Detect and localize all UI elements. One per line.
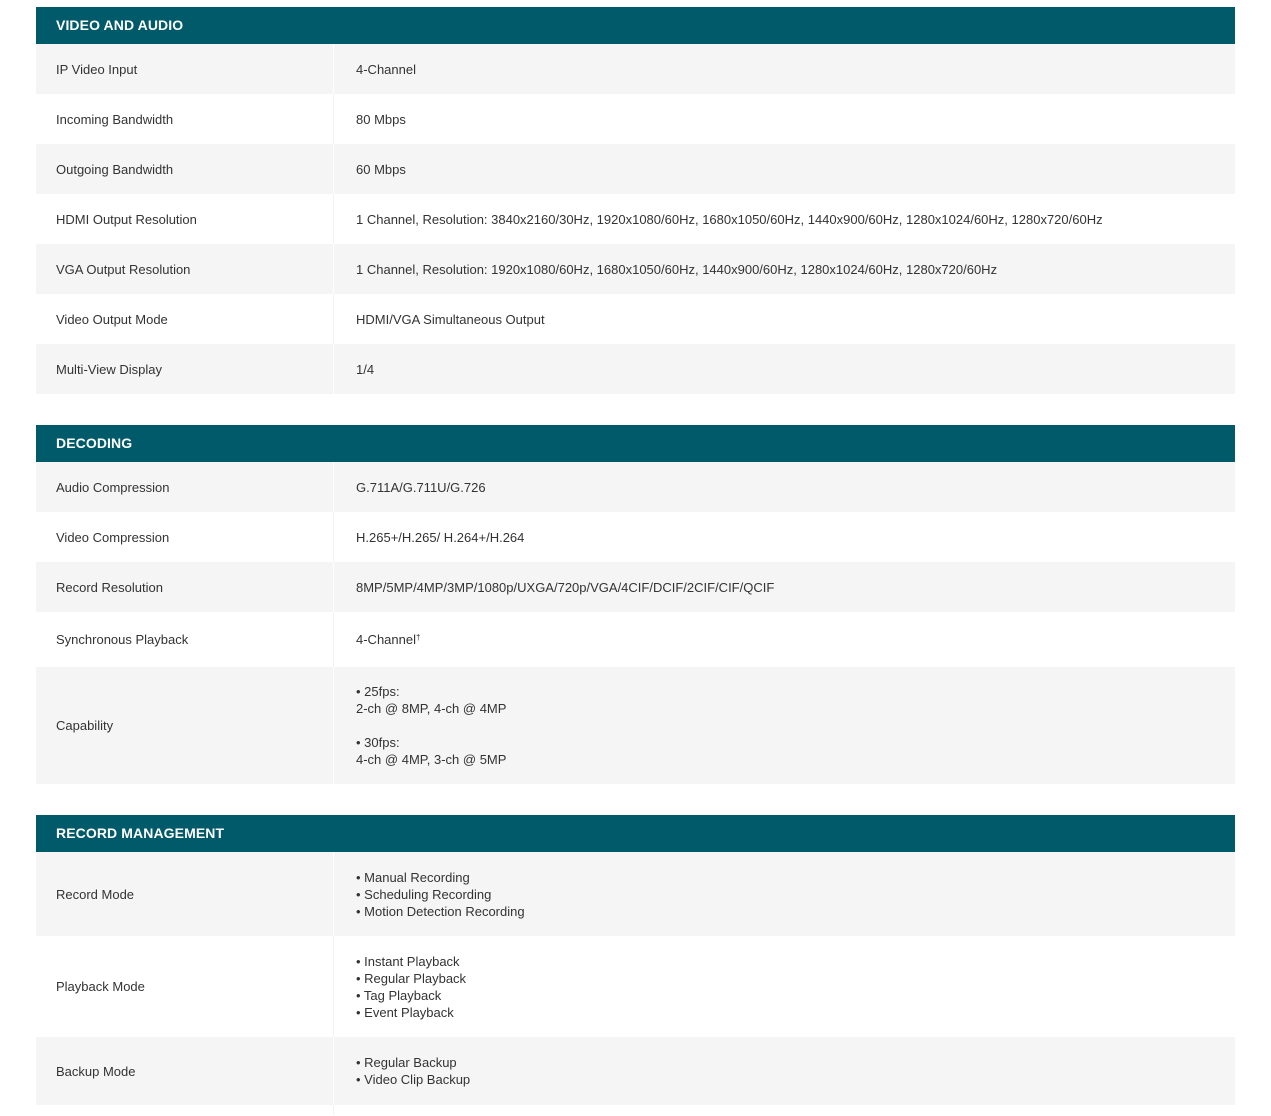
spec-page: VIDEO AND AUDIO IP Video Input 4-Channel…	[0, 0, 1271, 1116]
spec-row-incoming-bandwidth: Incoming Bandwidth 80 Mbps	[36, 94, 1235, 144]
list-line: 4-ch @ 4MP, 3-ch @ 5MP	[356, 752, 507, 767]
spec-value: • 25fps: 2-ch @ 8MP, 4-ch @ 4MP • 30fps:…	[334, 683, 1235, 768]
spec-row-partial	[36, 1105, 1235, 1115]
spec-value: 1 Channel, Resolution: 3840x2160/30Hz, 1…	[356, 211, 1103, 227]
section-record-management: RECORD MANAGEMENT Record Mode • Manual R…	[36, 815, 1235, 1115]
spec-value: • Instant Playback • Regular Playback • …	[334, 953, 1235, 1021]
spec-row-synchronous-playback: Synchronous Playback 4-Channel†	[36, 612, 1235, 667]
spec-label: Playback Mode	[36, 936, 334, 1037]
spec-label: IP Video Input	[36, 44, 334, 94]
spec-value: 1 Channel, Resolution: 1920x1080/60Hz, 1…	[356, 261, 998, 277]
list-line: • Scheduling Recording	[356, 886, 492, 902]
section-decoding: DECODING Audio Compression G.711A/G.711U…	[36, 425, 1235, 784]
spec-label: VGA Output Resolution	[36, 244, 334, 294]
spec-row-backup-mode: Backup Mode • Regular Backup • Video Cli…	[36, 1037, 1235, 1105]
section-title: RECORD MANAGEMENT	[36, 815, 1235, 852]
spec-value: 4-Channel†	[334, 631, 1235, 648]
list-line: • Instant Playback	[356, 953, 460, 969]
section-video-audio: VIDEO AND AUDIO IP Video Input 4-Channel…	[36, 7, 1235, 394]
list-line: • Manual Recording	[356, 869, 470, 885]
spec-row-ip-video-input: IP Video Input 4-Channel	[36, 44, 1235, 94]
spec-row-audio-compression: Audio Compression G.711A/G.711U/G.726	[36, 462, 1235, 512]
spec-label: Capability	[36, 667, 334, 784]
list-line: • 30fps:	[356, 735, 400, 750]
spec-value: 1/4	[356, 361, 375, 377]
spec-value: 8MP/5MP/4MP/3MP/1080p/UXGA/720p/VGA/4CIF…	[356, 579, 775, 595]
list-line: • Regular Backup	[356, 1055, 457, 1070]
spec-value: G.711A/G.711U/G.726	[356, 479, 486, 495]
spec-row-hdmi-output-resolution: HDMI Output Resolution 1 Channel, Resolu…	[36, 194, 1235, 244]
dagger-footnote-mark: †	[416, 633, 421, 642]
spec-value: 60 Mbps	[356, 161, 406, 177]
list-line: 2-ch @ 8MP, 4-ch @ 4MP	[356, 701, 507, 716]
spec-row-vga-output-resolution: VGA Output Resolution 1 Channel, Resolut…	[36, 244, 1235, 294]
list-line: • Event Playback	[356, 1004, 454, 1020]
spec-row-outgoing-bandwidth: Outgoing Bandwidth 60 Mbps	[36, 144, 1235, 194]
spec-value: HDMI/VGA Simultaneous Output	[356, 311, 545, 327]
spec-label: Backup Mode	[36, 1037, 334, 1105]
spec-value: H.265+/H.265/ H.264+/H.264	[356, 529, 525, 545]
list-line: • Tag Playback	[356, 987, 442, 1003]
spec-row-record-resolution: Record Resolution 8MP/5MP/4MP/3MP/1080p/…	[36, 562, 1235, 612]
spec-row-multi-view-display: Multi-View Display 1/4	[36, 344, 1235, 394]
spec-row-video-output-mode: Video Output Mode HDMI/VGA Simultaneous …	[36, 294, 1235, 344]
list-line: • Video Clip Backup	[356, 1072, 471, 1087]
spec-row-capability: Capability • 25fps: 2-ch @ 8MP, 4-ch @ 4…	[36, 667, 1235, 784]
spec-label: Multi-View Display	[36, 344, 334, 394]
spec-label: Synchronous Playback	[36, 612, 334, 667]
spec-label: HDMI Output Resolution	[36, 194, 334, 244]
spec-label: Incoming Bandwidth	[36, 94, 334, 144]
spec-value: 80 Mbps	[356, 111, 406, 127]
spec-value: • Regular Backup • Video Clip Backup	[334, 1054, 1235, 1088]
spec-label	[36, 1105, 334, 1115]
spec-label: Video Output Mode	[36, 294, 334, 344]
section-title: VIDEO AND AUDIO	[36, 7, 1235, 44]
section-title: DECODING	[36, 425, 1235, 462]
spec-value: 4-Channel	[356, 61, 416, 77]
list-line: • Regular Playback	[356, 970, 467, 986]
spec-label: Record Resolution	[36, 562, 334, 612]
spec-label: Record Mode	[36, 852, 334, 936]
list-line: • 25fps:	[356, 684, 400, 699]
spec-row-playback-mode: Playback Mode • Instant Playback • Regul…	[36, 936, 1235, 1037]
spec-value-text: 4-Channel	[356, 632, 416, 647]
spec-value: • Manual Recording • Scheduling Recordin…	[334, 869, 1235, 920]
spec-label: Outgoing Bandwidth	[36, 144, 334, 194]
spec-label: Audio Compression	[36, 462, 334, 512]
list-line: • Motion Detection Recording	[356, 903, 525, 919]
spec-row-video-compression: Video Compression H.265+/H.265/ H.264+/H…	[36, 512, 1235, 562]
spec-row-record-mode: Record Mode • Manual Recording • Schedul…	[36, 852, 1235, 936]
spec-label: Video Compression	[36, 512, 334, 562]
